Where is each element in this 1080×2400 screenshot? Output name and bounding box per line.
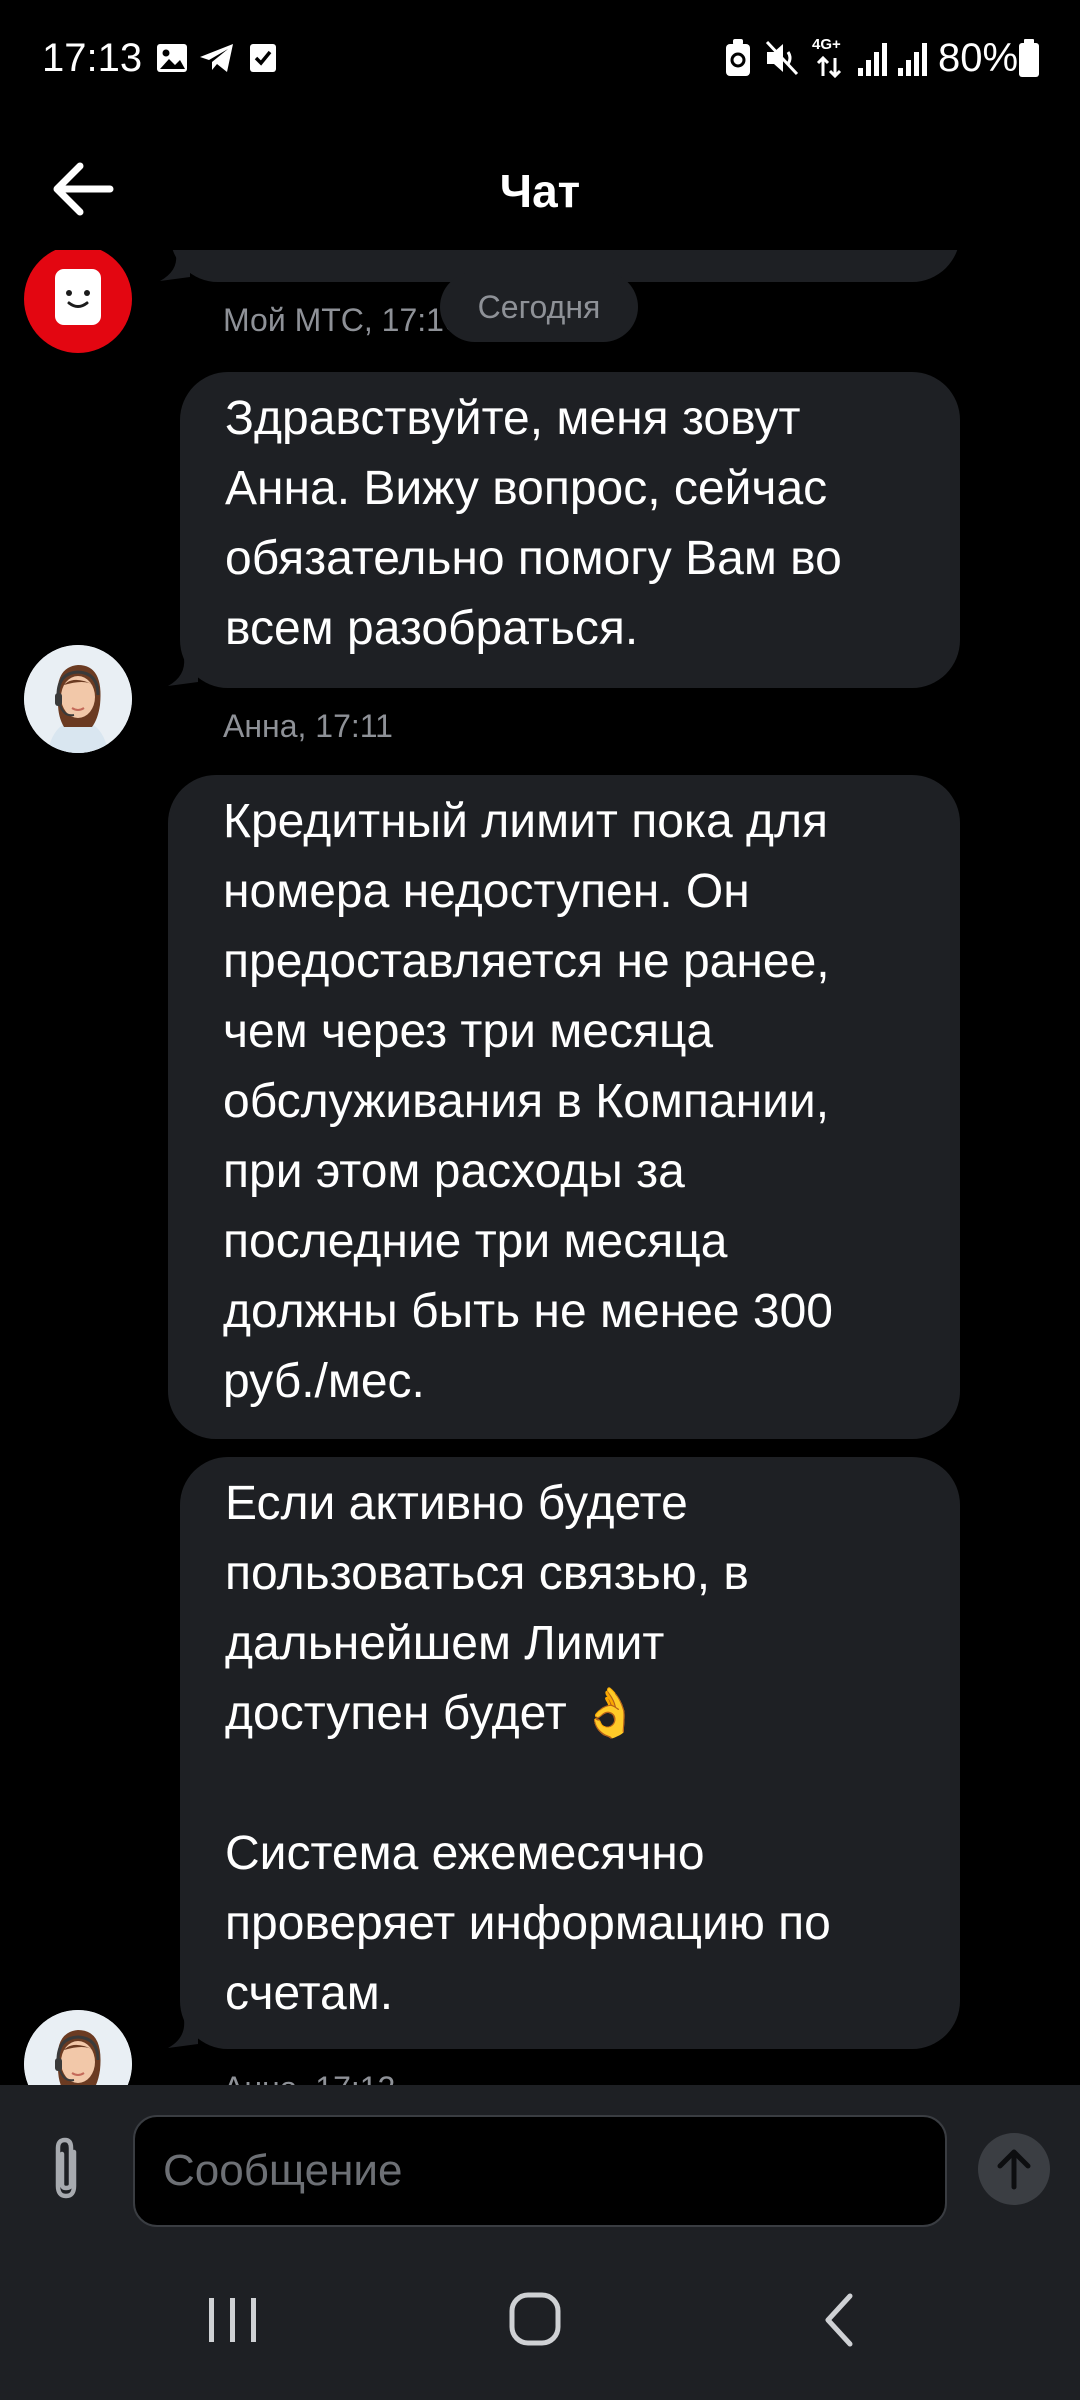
signal-icon — [858, 43, 887, 76]
message-text: Здравствуйте, меня зовут Анна. Вижу вопр… — [225, 392, 842, 655]
chat-messages[interactable]: Мой МТС, 17:10 Сегодня Здравствуйте, мен… — [0, 250, 1080, 2085]
avatar[interactable] — [24, 250, 132, 353]
message-input[interactable] — [133, 2115, 947, 2227]
avatar[interactable] — [24, 2010, 132, 2085]
message-meta: Анна, 17:11 — [223, 708, 393, 744]
home-button[interactable] — [485, 2280, 585, 2360]
telegram-icon — [200, 44, 233, 72]
message-bubble[interactable]: Кредитный лимит пока для номера недоступ… — [168, 775, 960, 1439]
network-4g-icon: 4G+ — [812, 36, 846, 80]
status-time: 17:13 — [42, 36, 143, 80]
battery-icon — [1019, 39, 1039, 77]
message-bubble[interactable]: Здравствуйте, меня зовут Анна. Вижу вопр… — [180, 372, 960, 688]
paperclip-icon — [55, 2137, 77, 2199]
message-meta: Мой МТС, 17:10 — [223, 302, 462, 338]
send-button[interactable] — [978, 2133, 1050, 2205]
system-nav-bar — [0, 2240, 1080, 2400]
message-meta: Анна, 17:12 — [223, 2070, 395, 2085]
back-chevron-icon — [825, 2293, 853, 2347]
operator-avatar-icon — [24, 2010, 132, 2085]
recent-apps-icon — [209, 2298, 256, 2342]
chat-header: Чат — [0, 120, 1080, 250]
battery-saver-icon — [726, 39, 750, 76]
bubble-tail — [168, 2020, 198, 2048]
recent-apps-button[interactable] — [183, 2280, 283, 2360]
message-composer — [0, 2085, 1080, 2240]
bubble-tail — [168, 658, 198, 686]
message-text: Если активно будете пользоваться связью,… — [225, 1477, 831, 2020]
page-title: Чат — [499, 165, 581, 217]
status-bar: 17:13 4G+ 80% — [0, 0, 1080, 120]
attach-button[interactable] — [36, 2130, 96, 2210]
nav-back-button[interactable] — [790, 2280, 890, 2360]
avatar[interactable] — [24, 645, 132, 753]
message-bubble[interactable]: Если активно будете пользоваться связью,… — [180, 1457, 960, 2049]
operator-avatar-icon — [24, 645, 132, 753]
home-icon — [509, 2292, 561, 2346]
date-separator: Сегодня — [440, 272, 638, 342]
checklist-icon — [250, 44, 276, 72]
arrow-up-icon — [997, 2149, 1031, 2190]
signal-icon — [898, 43, 927, 76]
battery-percent: 80% — [938, 36, 1019, 80]
message-text: Кредитный лимит пока для номера недоступ… — [223, 795, 833, 1408]
gallery-icon — [157, 44, 187, 72]
mute-icon — [765, 40, 799, 76]
bubble-tail — [160, 255, 190, 281]
mts-logo-icon — [55, 269, 101, 325]
